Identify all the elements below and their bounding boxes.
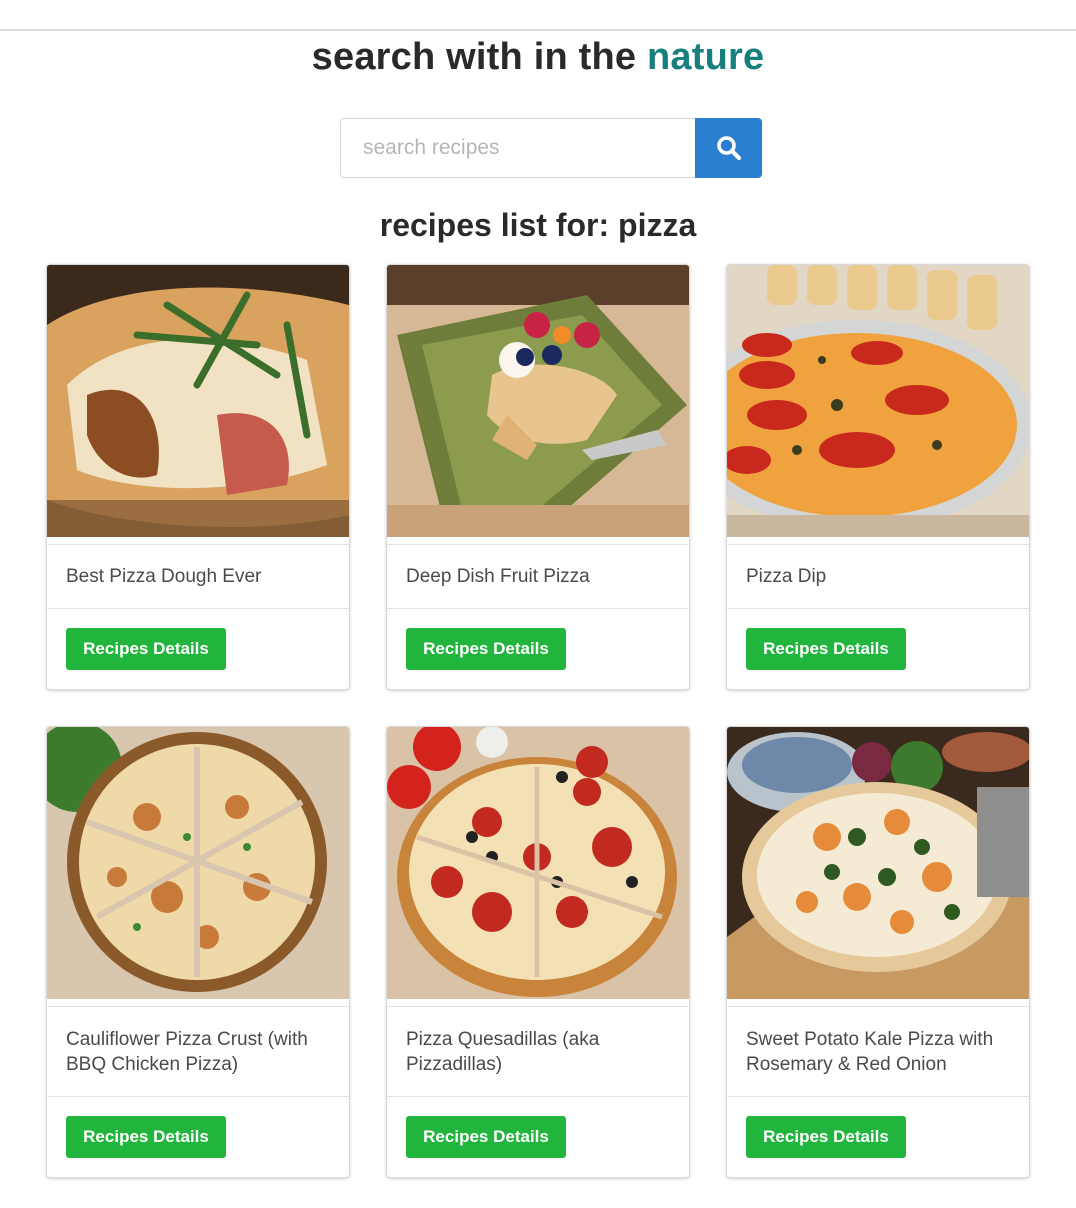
page-title: search with in the nature: [0, 36, 1076, 79]
title-prefix: search with in the: [311, 36, 647, 78]
recipe-card: Deep Dish Fruit Pizza Recipes Details: [386, 264, 690, 690]
card-footer: Recipes Details: [47, 1096, 349, 1177]
recipe-title: Pizza Quesadillas (aka Pizzadillas): [387, 1006, 689, 1096]
recipe-image[interactable]: [387, 265, 689, 537]
top-navbar: [0, 0, 1076, 31]
card-footer: Recipes Details: [727, 1096, 1029, 1177]
recipe-card: Best Pizza Dough Ever Recipes Details: [46, 264, 350, 690]
recipe-title: Cauliflower Pizza Crust (with BBQ Chicke…: [47, 1006, 349, 1096]
search-form: [340, 118, 762, 178]
search-input[interactable]: [340, 118, 695, 178]
card-footer: Recipes Details: [387, 1096, 689, 1177]
recipe-card: Pizza Quesadillas (aka Pizzadillas) Reci…: [386, 726, 690, 1178]
recipe-title: Best Pizza Dough Ever: [47, 544, 349, 608]
recipe-details-button[interactable]: Recipes Details: [66, 1116, 226, 1158]
recipe-image[interactable]: [47, 727, 349, 999]
recipe-details-button[interactable]: Recipes Details: [66, 628, 226, 670]
search-button[interactable]: [695, 118, 762, 178]
recipe-title: Pizza Dip: [727, 544, 1029, 608]
recipe-card: Sweet Potato Kale Pizza with Rosemary & …: [726, 726, 1030, 1178]
card-footer: Recipes Details: [47, 608, 349, 689]
recipe-card: Cauliflower Pizza Crust (with BBQ Chicke…: [46, 726, 350, 1178]
recipe-details-button[interactable]: Recipes Details: [406, 628, 566, 670]
results-heading: recipes list for: pizza: [379, 207, 697, 243]
recipe-title: Deep Dish Fruit Pizza: [387, 544, 689, 608]
recipe-details-button[interactable]: Recipes Details: [406, 1116, 566, 1158]
recipe-title: Sweet Potato Kale Pizza with Rosemary & …: [727, 1006, 1029, 1096]
recipe-image[interactable]: [727, 727, 1029, 999]
recipe-image[interactable]: [727, 265, 1029, 537]
recipe-grid: Best Pizza Dough Ever Recipes Details De…: [46, 264, 1030, 1178]
search-icon: [716, 136, 741, 161]
card-footer: Recipes Details: [387, 608, 689, 689]
title-accent: nature: [646, 36, 765, 78]
recipe-image[interactable]: [47, 265, 349, 537]
recipe-details-button[interactable]: Recipes Details: [746, 1116, 906, 1158]
recipe-details-button[interactable]: Recipes Details: [746, 628, 906, 670]
recipe-image[interactable]: [387, 727, 689, 999]
recipe-card: Pizza Dip Recipes Details: [726, 264, 1030, 690]
card-footer: Recipes Details: [727, 608, 1029, 689]
